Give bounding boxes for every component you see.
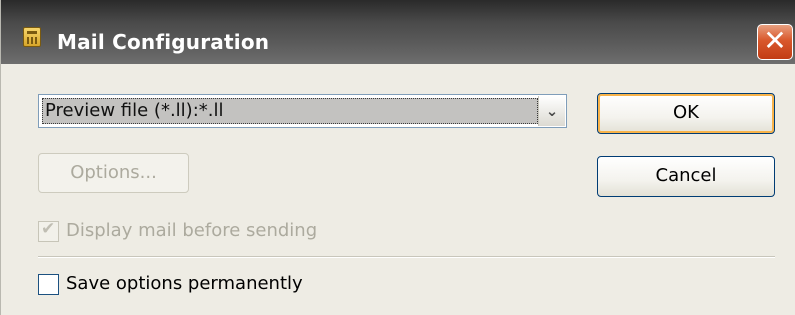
mail-configuration-dialog: Mail Configuration ✕ Preview file (*.ll)… [0,0,795,315]
format-dropdown[interactable]: Preview file (*.ll):*.ll ⌄ [38,94,567,128]
format-dropdown-value: Preview file (*.ll):*.ll [42,98,538,124]
save-options-checkbox[interactable] [38,274,59,295]
display-mail-label: Display mail before sending [66,220,318,241]
chevron-down-icon[interactable]: ⌄ [538,96,565,126]
display-mail-checkbox[interactable] [38,219,59,242]
window-title: Mail Configuration [57,30,270,54]
close-icon: ✕ [763,24,787,57]
divider [38,256,775,258]
close-button[interactable]: ✕ [757,24,793,60]
options-button[interactable]: Options... [38,153,189,193]
save-options-label: Save options permanently [66,273,303,294]
title-bar[interactable]: Mail Configuration ✕ [1,0,795,64]
ok-button[interactable]: OK [597,93,775,134]
calculator-icon [23,27,41,47]
cancel-button[interactable]: Cancel [597,156,775,197]
